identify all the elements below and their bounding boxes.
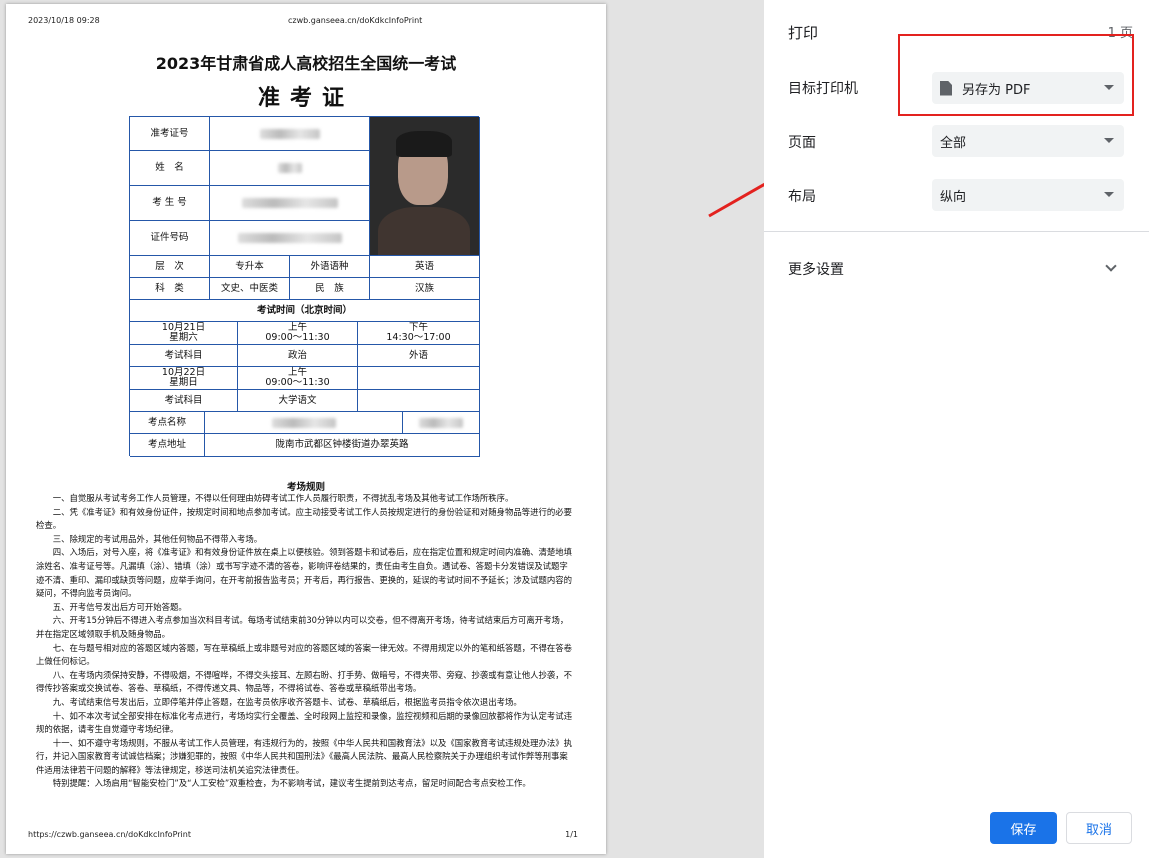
site-address-label: 考点地址: [130, 434, 205, 457]
layout-label: 布局: [788, 189, 816, 205]
more-settings-toggle[interactable]: 更多设置: [788, 259, 844, 279]
admission-card-title: 准考证: [257, 86, 354, 111]
print-settings-panel: 打印 1 页 目标打印机 另存为 PDF 页面 全部 布局 纵向 更多设置 保存…: [764, 0, 1149, 858]
rule-item: 十、如不本次考试全部安排在标准化考点进行，考场均实行全覆盖、全时段网上监控和录像…: [36, 710, 573, 735]
pages-value: 全部: [940, 135, 967, 151]
rule-item: 八、在考场内须保持安静，不得吸烟，不得喧哗，不得交头接耳、左顾右盼、打手势、做暗…: [36, 669, 573, 694]
page-header-url: czwb.ganseea.cn/doKdkcInfoPrint: [288, 16, 423, 25]
site-code-value: [403, 412, 480, 434]
day1-morning: 上午 09:00～11:30: [238, 322, 358, 345]
rule-item: 九、考试结束信号发出后，立即停笔并停止答题，在监考员依序收齐答题卡、试卷、草稿纸…: [52, 696, 522, 707]
day2-morning: 上午 09:00～11:30: [238, 367, 358, 390]
save-button[interactable]: 保存: [990, 812, 1057, 844]
print-preview-pane: 2023/10/18 09:28 czwb.ganseea.cn/doKdkcI…: [0, 0, 764, 858]
print-title: 打印: [788, 24, 819, 42]
rule-item: 一、自觉服从考试考务工作人员管理，不得以任何理由妨碍考试工作人员履行职责，不得扰…: [52, 493, 514, 503]
page-footer-url: https://czwb.ganseea.cn/doKdkcInfoPrint: [28, 830, 191, 839]
rule-item: 二、凭《准考证》和有效身份证件，按规定时间和地点参加考试。应主动接受考试工作人员…: [36, 506, 573, 531]
admission-info-table: 准考证号 姓 名 考 生 号 证件号码 层 次 专升本 外语语种 英语 科 类 …: [129, 116, 480, 457]
day1-subject-label: 考试科目: [130, 345, 238, 367]
dropdown-caret-icon: [1104, 138, 1114, 143]
site-name-value: [205, 412, 403, 434]
day1-date: 10月21日 星期六: [130, 322, 238, 345]
layout-select[interactable]: 纵向: [932, 179, 1124, 211]
rule-item: 七、在与题号相对应的答题区域内答题，写在草稿纸上或非题号对应的答题区域的答案一律…: [36, 642, 573, 667]
preview-page: 2023/10/18 09:28 czwb.ganseea.cn/doKdkcI…: [6, 4, 606, 854]
exam-time-header: 考试时间（北京时间）: [130, 300, 480, 322]
cancel-button[interactable]: 取消: [1066, 812, 1132, 844]
page-header-date: 2023/10/18 09:28: [28, 16, 100, 25]
destination-label: 目标打印机: [788, 81, 858, 97]
day1-pm-subject: 外语: [358, 345, 480, 367]
foreign-lang-label: 外语语种: [290, 256, 370, 278]
rule-item: 六、开考15分钟后不得进入考点参加当次科目考试。每场考试结束前30分钟以内可以交…: [36, 615, 569, 639]
category-label: 科 类: [130, 278, 210, 300]
day1-afternoon: 下午 14:30～17:00: [358, 322, 480, 345]
ticket-no-value: [210, 117, 370, 151]
candidate-photo: [370, 117, 480, 256]
rule-item: 四、入场后，对号入座，将《准考证》和有效身份证件放在桌上以便核验。领到答题卡和试…: [36, 547, 573, 599]
page-footer-number: 1/1: [565, 830, 578, 839]
rules-title: 考场规则: [286, 482, 325, 493]
dropdown-caret-icon: [1104, 192, 1114, 197]
day2-subject-label: 考试科目: [130, 390, 238, 412]
pages-select[interactable]: 全部: [932, 125, 1124, 157]
rule-item: 十一、如不遵守考场规则，不服从考试工作人员管理，有违规行为的，按照《中华人民共和…: [36, 737, 573, 775]
category-value: 文史、中医类: [210, 278, 290, 300]
exam-title: 2023年甘肃省成人高校招生全国统一考试: [155, 54, 457, 73]
candidate-no-value: [210, 186, 370, 221]
day2-am-subject: 大学语文: [238, 390, 358, 412]
site-address-value: 陇南市武都区钟楼街道办翠英路: [205, 434, 480, 457]
name-label: 姓 名: [130, 151, 210, 186]
day1-am-subject: 政治: [238, 345, 358, 367]
annotation-highlight-box: [898, 34, 1134, 116]
id-no-value: [210, 221, 370, 256]
site-name-label: 考点名称: [130, 412, 205, 434]
rule-item: 五、开考信号发出后方可开始答题。: [52, 601, 187, 612]
candidate-no-label: 考 生 号: [130, 186, 210, 221]
day2-pm-subject: [358, 390, 480, 412]
ticket-no-label: 准考证号: [130, 117, 210, 151]
chevron-down-icon[interactable]: [1105, 260, 1117, 272]
rule-item: 三、除规定的考试用品外，其他任何物品不得带入考场。: [52, 533, 263, 544]
id-no-label: 证件号码: [130, 221, 210, 256]
level-value: 专升本: [210, 256, 290, 278]
name-value: [210, 151, 370, 186]
layout-value: 纵向: [940, 189, 967, 205]
day2-afternoon: [358, 367, 480, 390]
exam-rules: 一、自觉服从考试考务工作人员管理，不得以任何理由妨碍考试工作人员履行职责，不得扰…: [36, 492, 576, 791]
divider: [764, 231, 1149, 232]
pages-label: 页面: [788, 135, 816, 151]
day2-date: 10月22日 星期日: [130, 367, 238, 390]
level-label: 层 次: [130, 256, 210, 278]
foreign-lang-value: 英语: [370, 256, 480, 278]
ethnicity-value: 汉族: [370, 278, 480, 300]
rule-item: 特别提醒：入场启用“智能安检门”及“人工安检”双重检查，为不影响考试，建议考生提…: [52, 778, 531, 789]
ethnicity-label: 民 族: [290, 278, 370, 300]
